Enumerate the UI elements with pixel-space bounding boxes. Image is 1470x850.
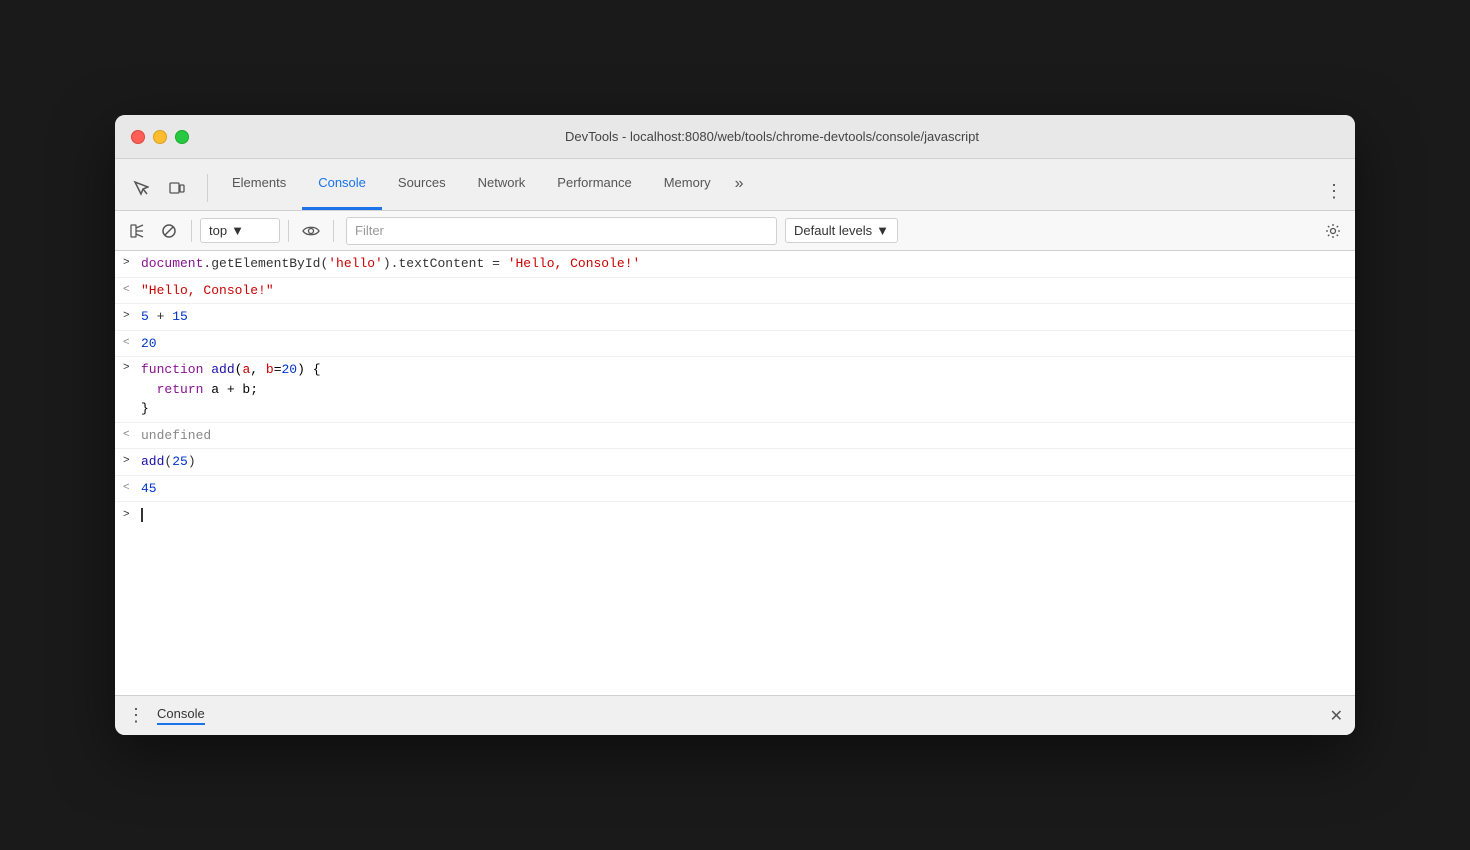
line-content: add(25) bbox=[141, 452, 1347, 472]
tab-elements[interactable]: Elements bbox=[216, 158, 302, 210]
clear-console-icon[interactable] bbox=[123, 217, 151, 245]
line-content: 5 + 15 bbox=[141, 307, 1347, 327]
close-button[interactable] bbox=[131, 130, 145, 144]
console-line: > document.getElementById('hello').textC… bbox=[115, 251, 1355, 278]
toolbar-separator-1 bbox=[191, 220, 192, 242]
devtools-window: DevTools - localhost:8080/web/tools/chro… bbox=[115, 115, 1355, 735]
more-tabs-button[interactable]: » bbox=[727, 158, 752, 210]
inspect-element-icon[interactable] bbox=[127, 174, 155, 202]
toolbar-icons bbox=[127, 174, 191, 210]
devtools-menu-button[interactable]: ⋮ bbox=[1325, 181, 1343, 210]
tab-network[interactable]: Network bbox=[462, 158, 542, 210]
tab-console[interactable]: Console bbox=[302, 158, 382, 210]
console-line: < 45 bbox=[115, 476, 1355, 503]
tabbar: Elements Console Sources Network Perform… bbox=[115, 159, 1355, 211]
device-toolbar-icon[interactable] bbox=[163, 174, 191, 202]
output-arrow: < bbox=[123, 282, 141, 299]
tab-sources[interactable]: Sources bbox=[382, 158, 462, 210]
tab-separator bbox=[207, 174, 208, 202]
bottom-bar: ⋮ Console ✕ bbox=[115, 695, 1355, 735]
settings-icon[interactable] bbox=[1319, 217, 1347, 245]
tab-performance[interactable]: Performance bbox=[541, 158, 647, 210]
tab-memory[interactable]: Memory bbox=[648, 158, 727, 210]
line-content: undefined bbox=[141, 426, 1347, 446]
drawer-menu-button[interactable]: ⋮ bbox=[127, 705, 145, 726]
line-content: document.getElementById('hello').textCon… bbox=[141, 254, 1347, 274]
context-selector[interactable]: top ▼ bbox=[200, 218, 280, 243]
line-content: 45 bbox=[141, 479, 1347, 499]
output-arrow: < bbox=[123, 335, 141, 352]
input-arrow: > bbox=[123, 360, 141, 377]
console-line: > 5 + 15 bbox=[115, 304, 1355, 331]
console-output[interactable]: > document.getElementById('hello').textC… bbox=[115, 251, 1355, 695]
console-line: < undefined bbox=[115, 423, 1355, 450]
minimize-button[interactable] bbox=[153, 130, 167, 144]
output-arrow: < bbox=[123, 480, 141, 497]
line-content: "Hello, Console!" bbox=[141, 281, 1347, 301]
line-content: 20 bbox=[141, 334, 1347, 354]
console-input-line[interactable]: > bbox=[115, 502, 1355, 528]
window-title: DevTools - localhost:8080/web/tools/chro… bbox=[205, 129, 1339, 144]
filter-input[interactable] bbox=[346, 217, 777, 245]
console-line: < "Hello, Console!" bbox=[115, 278, 1355, 305]
input-arrow: > bbox=[123, 453, 141, 470]
toolbar-separator-3 bbox=[333, 220, 334, 242]
eye-icon[interactable] bbox=[297, 217, 325, 245]
close-drawer-button[interactable]: ✕ bbox=[1330, 706, 1343, 726]
console-toolbar: top ▼ Default levels ▼ bbox=[115, 211, 1355, 251]
maximize-button[interactable] bbox=[175, 130, 189, 144]
line-content: function add(a, b=20) { return a + b; } bbox=[141, 360, 1347, 419]
block-icon[interactable] bbox=[155, 217, 183, 245]
traffic-lights bbox=[131, 130, 189, 144]
bottom-console-tab[interactable]: Console bbox=[157, 706, 205, 725]
input-arrow: > bbox=[123, 507, 141, 524]
cursor bbox=[141, 508, 143, 522]
console-line: > add(25) bbox=[115, 449, 1355, 476]
toolbar-separator-2 bbox=[288, 220, 289, 242]
input-arrow: > bbox=[123, 255, 141, 272]
input-arrow: > bbox=[123, 308, 141, 325]
titlebar: DevTools - localhost:8080/web/tools/chro… bbox=[115, 115, 1355, 159]
console-line: < 20 bbox=[115, 331, 1355, 358]
log-levels-button[interactable]: Default levels ▼ bbox=[785, 218, 898, 243]
output-arrow: < bbox=[123, 427, 141, 444]
console-line: > function add(a, b=20) { return a + b; … bbox=[115, 357, 1355, 423]
